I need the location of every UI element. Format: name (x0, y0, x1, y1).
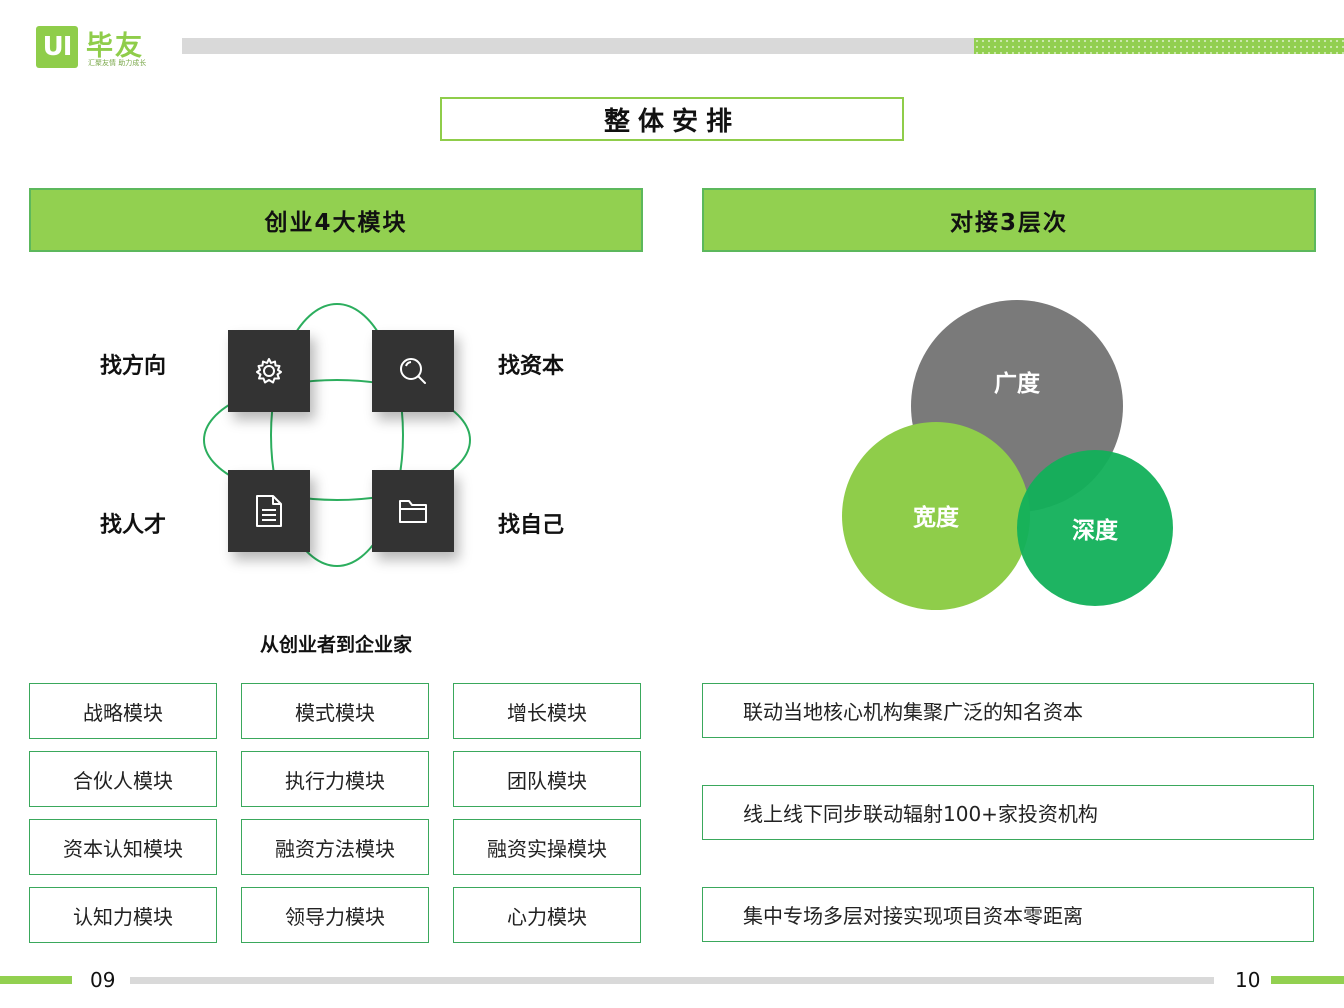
footer-bar-right (1271, 976, 1344, 984)
quadrant-label-direction: 找方向 (100, 354, 167, 379)
header-bar-green (974, 38, 1344, 54)
module-growth: 增长模块 (453, 683, 641, 739)
page-number-right: 10 (1235, 968, 1261, 992)
quadrant-label-talent: 找人才 (100, 513, 167, 538)
module-leadership: 领导力模块 (241, 887, 429, 943)
module-capital-cognition: 资本认知模块 (29, 819, 217, 875)
quadrant-tile-direction (228, 330, 310, 412)
connect-item-special: 集中专场多层对接实现项目资本零距离 (702, 887, 1314, 942)
circle-label-depth: 深度 (1072, 517, 1119, 544)
module-execution: 执行力模块 (241, 751, 429, 807)
footer-bar-gray (130, 977, 1214, 984)
quadrant-label-capital: 找资本 (498, 354, 565, 379)
quadrant-tile-self (372, 470, 454, 552)
folder-icon (399, 500, 427, 523)
circle-label-width: 宽度 (913, 504, 960, 531)
header-bar-gray (182, 38, 974, 54)
connect-item-online: 线上线下同步联动辐射100+家投资机构 (702, 785, 1314, 840)
section-header-levels: 对接3层次 (702, 188, 1316, 252)
gear-icon (256, 358, 282, 384)
levels-venn-diagram: 广度 宽度 深度 (842, 300, 1173, 610)
page-number-left: 09 (90, 968, 116, 992)
module-partner: 合伙人模块 (29, 751, 217, 807)
logo-mark: UI (36, 26, 78, 68)
section-header-modules: 创业4大模块 (29, 188, 643, 252)
quadrant-tile-capital (372, 330, 454, 412)
module-financing-practice: 融资实操模块 (453, 819, 641, 875)
module-mind: 心力模块 (453, 887, 641, 943)
logo-tagline: 汇聚友情 助力成长 (88, 59, 147, 67)
module-team: 团队模块 (453, 751, 641, 807)
connect-item-local: 联动当地核心机构集聚广泛的知名资本 (702, 683, 1314, 738)
module-model: 模式模块 (241, 683, 429, 739)
document-icon (256, 495, 282, 527)
quadrant-tile-talent (228, 470, 310, 552)
page-title: 整体安排 (440, 97, 904, 141)
module-strategy: 战略模块 (29, 683, 217, 739)
quadrant-label-self: 找自己 (498, 513, 565, 538)
footer-bar-left (0, 976, 72, 984)
module-cognition: 认知力模块 (29, 887, 217, 943)
module-financing-method: 融资方法模块 (241, 819, 429, 875)
search-icon (400, 358, 426, 384)
modules-subtitle: 从创业者到企业家 (259, 634, 412, 656)
circle-label-breadth: 广度 (994, 370, 1041, 397)
